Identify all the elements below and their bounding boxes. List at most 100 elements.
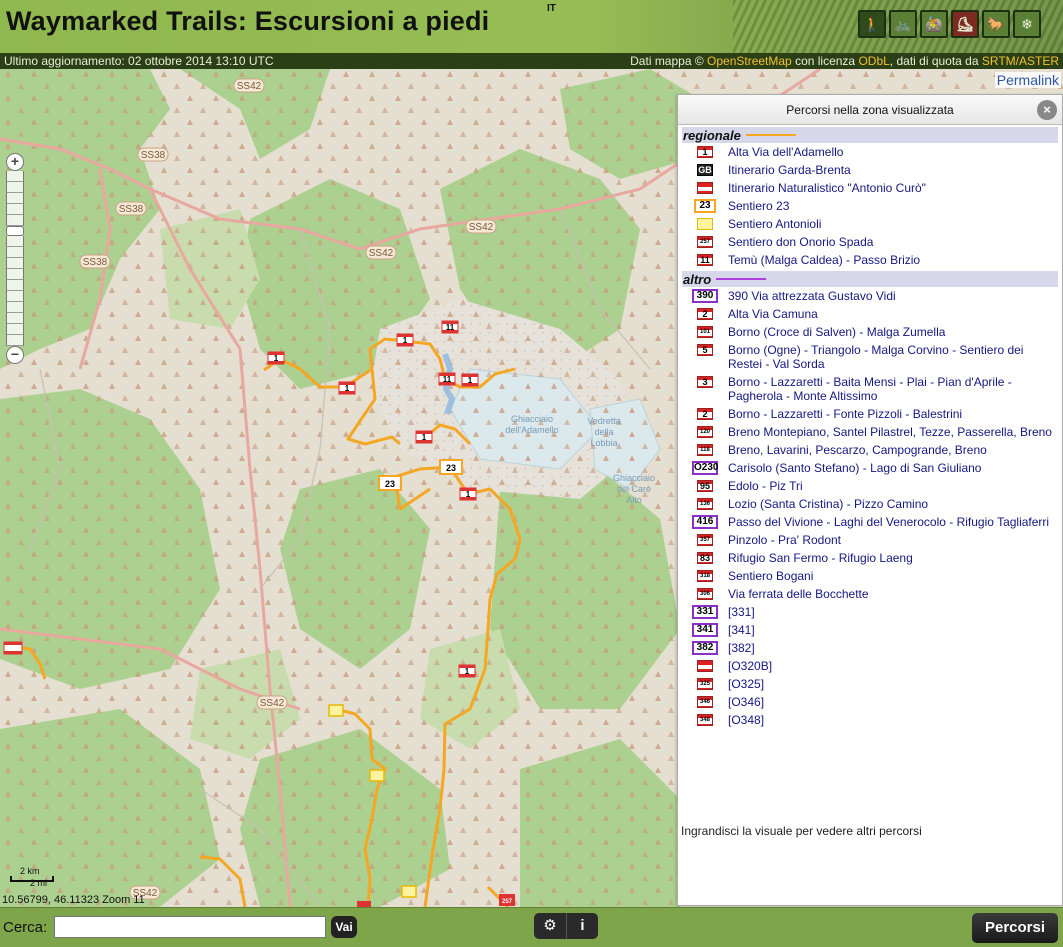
zoom-level-slot[interactable] [6, 258, 24, 269]
route-name-link[interactable]: Sentiero 23 [728, 199, 1056, 213]
route-name-link[interactable]: [382] [728, 641, 1056, 655]
route-name-link[interactable]: Alta Via dell'Adamello [728, 145, 1056, 159]
map-marker[interactable] [369, 769, 385, 782]
route-name-link[interactable]: Borno (Ogne) - Triangolo - Malga Corvino… [728, 343, 1056, 371]
route-list-item[interactable]: 318 Sentiero Bogani [678, 567, 1062, 585]
odbl-link[interactable]: ODbL [858, 54, 889, 68]
route-name-link[interactable]: Breno Montepiano, Santel Pilastrel, Tezz… [728, 425, 1056, 439]
route-name-link[interactable]: Edolo - Piz Tri [728, 479, 1056, 493]
route-list-item[interactable]: [O320B] [678, 657, 1062, 675]
route-name-link[interactable]: Breno, Lavarini, Pescarzo, Campogrande, … [728, 443, 1056, 457]
route-name-link[interactable]: Passo del Vivione - Laghi del Venerocolo… [728, 515, 1056, 529]
route-name-link[interactable]: [341] [728, 623, 1056, 637]
zoom-level-slot[interactable] [6, 236, 24, 247]
route-list-item[interactable]: 2 Borno - Lazzaretti - Fonte Pizzoli - Ba… [678, 405, 1062, 423]
route-name-link[interactable]: Temù (Malga Caldea) - Passo Brizio [728, 253, 1056, 267]
gear-icon[interactable]: ⚙ [534, 913, 566, 939]
skating-icon[interactable]: ⛸ [951, 10, 979, 38]
route-name-link[interactable]: Carisolo (Santo Stefano) - Lago di San G… [728, 461, 1056, 475]
zoom-level-slot[interactable] [6, 269, 24, 280]
route-list-item[interactable]: 2 Alta Via Camuna [678, 305, 1062, 323]
route-list-item[interactable]: 306 Via ferrata delle Bocchette [678, 585, 1062, 603]
route-name-link[interactable]: [O325] [728, 677, 1056, 691]
route-list-item[interactable]: 1 Alta Via dell'Adamello [678, 143, 1062, 161]
route-list-item[interactable]: 83 Rifugio San Fermo - Rifugio Laeng [678, 549, 1062, 567]
route-name-link[interactable]: [O346] [728, 695, 1056, 709]
route-name-link[interactable]: Pinzolo - Pra' Rodont [728, 533, 1056, 547]
route-list-item[interactable]: 136 Lozio (Santa Cristina) - Pizzo Camino [678, 495, 1062, 513]
map-marker[interactable]: 11 [438, 372, 456, 386]
map-marker[interactable]: 11 [441, 320, 459, 334]
route-list-item[interactable]: 382 [382] [678, 639, 1062, 657]
zoom-level-slot[interactable] [6, 313, 24, 324]
zoom-level-slot[interactable] [6, 215, 24, 226]
osm-link[interactable]: OpenStreetMap [707, 54, 792, 68]
zoom-level-slot[interactable] [6, 204, 24, 215]
map-marker[interactable] [328, 704, 344, 717]
route-name-link[interactable]: [331] [728, 605, 1056, 619]
map-marker[interactable]: 257 [499, 894, 515, 906]
map-marker[interactable]: 1 [461, 373, 479, 387]
permalink-link[interactable]: Permalink [994, 72, 1061, 88]
route-name-link[interactable]: Sentiero don Onorio Spada [728, 235, 1056, 249]
route-name-link[interactable]: [O320B] [728, 659, 1056, 673]
route-name-link[interactable]: Borno (Croce di Salven) - Malga Zumella [728, 325, 1056, 339]
site-title[interactable]: Waymarked Trails: Escursioni a piedi [6, 6, 489, 37]
map-marker[interactable]: 23 [378, 475, 402, 491]
map-marker[interactable] [401, 885, 417, 898]
route-name-link[interactable]: Sentiero Bogani [728, 569, 1056, 583]
route-list-item[interactable]: 348 [O348] [678, 711, 1062, 729]
map-marker[interactable]: 1 [338, 381, 356, 395]
zoom-out-button[interactable]: − [6, 346, 24, 364]
route-name-link[interactable]: Via ferrata delle Bocchette [728, 587, 1056, 601]
route-name-link[interactable]: Borno - Lazzaretti - Baita Mensi - Plai … [728, 375, 1056, 403]
route-name-link[interactable]: 390 Via attrezzata Gustavo Vidi [728, 289, 1056, 303]
srtm-link[interactable]: SRTM/ASTER [982, 54, 1059, 68]
map-marker[interactable]: 23 [439, 459, 463, 475]
zoom-level-slot[interactable] [6, 280, 24, 291]
route-name-link[interactable]: Rifugio San Fermo - Rifugio Laeng [728, 551, 1056, 565]
zoom-level-slot[interactable] [6, 324, 24, 335]
route-list-item[interactable]: GB Itinerario Garda-Brenta [678, 161, 1062, 179]
map-marker[interactable]: 1 [459, 487, 477, 501]
route-list-item[interactable]: Itinerario Naturalistico "Antonio Curò" [678, 179, 1062, 197]
route-list-item[interactable]: 416 Passo del Vivione - Laghi del Veneroc… [678, 513, 1062, 531]
route-list-item[interactable]: 95 Edolo - Piz Tri [678, 477, 1062, 495]
route-name-link[interactable]: Lozio (Santa Cristina) - Pizzo Camino [728, 497, 1056, 511]
map-marker[interactable]: 1 [458, 664, 476, 678]
zoom-level-slot[interactable] [6, 302, 24, 313]
close-icon[interactable]: × [1037, 100, 1057, 120]
route-name-link[interactable]: Alta Via Camuna [728, 307, 1056, 321]
route-list-item[interactable]: 23 Sentiero 23 [678, 197, 1062, 215]
language-indicator[interactable]: IT [547, 3, 556, 14]
ski-slopes-icon[interactable]: ❄ [1013, 10, 1041, 38]
map-marker[interactable]: 1 [267, 351, 285, 365]
route-list-item[interactable]: 346 [O346] [678, 693, 1062, 711]
route-list-item[interactable]: 118 Breno, Lavarini, Pescarzo, Campogrand… [678, 441, 1062, 459]
route-list-item[interactable]: 341 [341] [678, 621, 1062, 639]
route-list-item[interactable]: 101 Borno (Croce di Salven) - Malga Zumel… [678, 323, 1062, 341]
horse-riding-icon[interactable]: 🐎 [982, 10, 1010, 38]
route-list-item[interactable]: 325 [O325] [678, 675, 1062, 693]
zoom-level-slot[interactable] [6, 291, 24, 302]
map-marker[interactable] [3, 641, 23, 655]
routes-button[interactable]: Percorsi [972, 913, 1058, 943]
zoom-level-slot[interactable] [6, 247, 24, 258]
route-name-link[interactable]: [O348] [728, 713, 1056, 727]
zoom-level-slot[interactable] [6, 171, 24, 182]
route-list-item[interactable]: 11 Temù (Malga Caldea) - Passo Brizio [678, 251, 1062, 269]
zoom-level-slot[interactable] [6, 335, 24, 346]
route-list-item[interactable]: 120 Breno Montepiano, Santel Pilastrel, T… [678, 423, 1062, 441]
bicycle-icon[interactable]: 🚲 [889, 10, 917, 38]
route-list-item[interactable]: 331 [331] [678, 603, 1062, 621]
route-list-item[interactable]: 5 Borno (Ogne) - Triangolo - Malga Corvin… [678, 341, 1062, 373]
hiker-icon[interactable]: 🚶 [858, 10, 886, 38]
route-list-item[interactable]: O230 Carisolo (Santo Stefano) - Lago di S… [678, 459, 1062, 477]
route-list-item[interactable]: 357 Pinzolo - Pra' Rodont [678, 531, 1062, 549]
route-list-item[interactable]: 390 390 Via attrezzata Gustavo Vidi [678, 287, 1062, 305]
map-marker[interactable]: 1 [415, 430, 433, 444]
mountain-bike-icon[interactable]: 🚵 [920, 10, 948, 38]
zoom-level-slot[interactable] [6, 193, 24, 204]
info-icon[interactable]: i [566, 913, 598, 939]
route-list-item[interactable]: 3 Borno - Lazzaretti - Baita Mensi - Plai… [678, 373, 1062, 405]
